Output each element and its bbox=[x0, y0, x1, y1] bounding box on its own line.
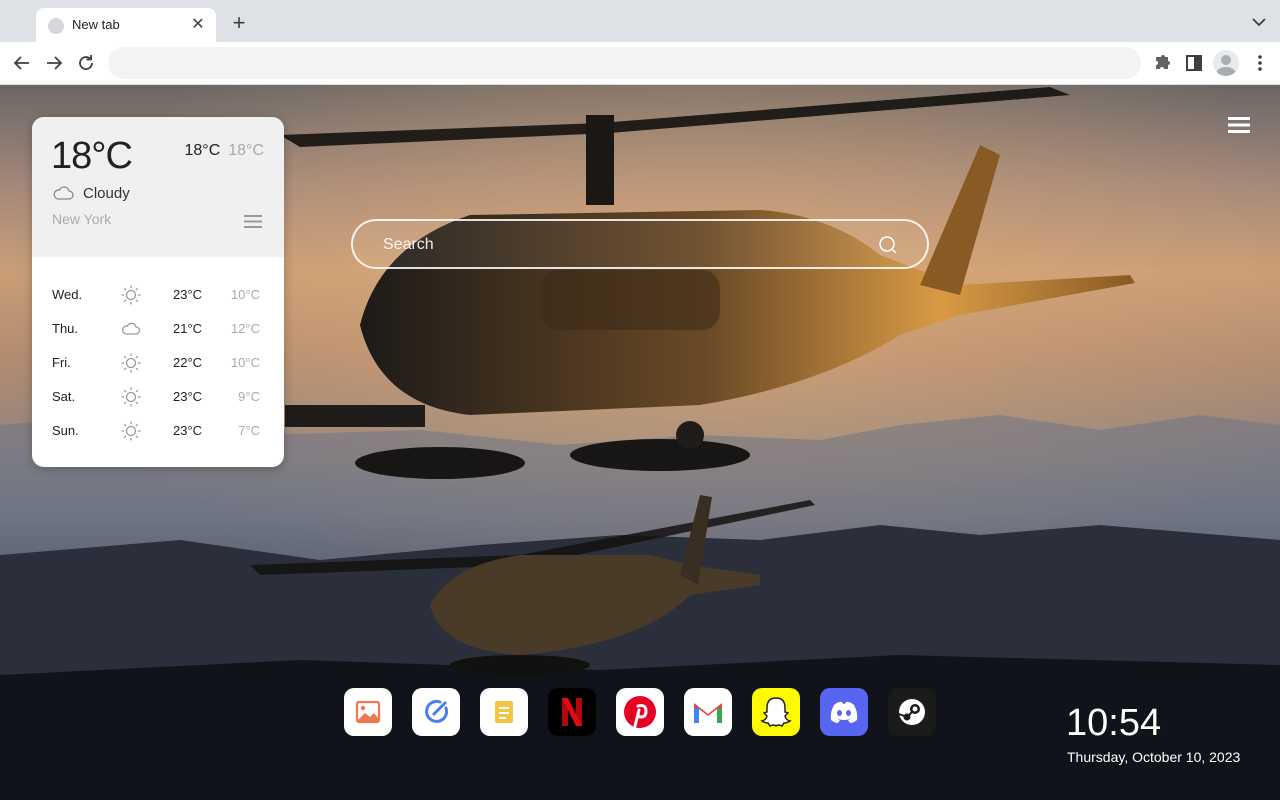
forecast-day: Wed. bbox=[52, 287, 83, 302]
sun-icon bbox=[121, 387, 141, 407]
forecast-high: 23°C bbox=[173, 423, 203, 438]
notes-icon bbox=[495, 701, 513, 723]
gmail-app[interactable] bbox=[684, 688, 732, 736]
netflix-app[interactable] bbox=[548, 688, 596, 736]
clock-time: 10:54 bbox=[1066, 702, 1162, 744]
snapchat-app[interactable] bbox=[752, 688, 800, 736]
app-dock bbox=[344, 688, 944, 736]
search-input[interactable] bbox=[383, 233, 863, 257]
netflix-icon bbox=[562, 698, 582, 726]
forecast-row: Fri. 22°C 10°C bbox=[32, 345, 284, 379]
clock-date: Thursday, October 10, 2023 bbox=[1067, 749, 1241, 765]
sun-icon bbox=[121, 285, 141, 305]
tasks-icon bbox=[425, 699, 449, 723]
forecast-low: 10°C bbox=[230, 355, 260, 370]
weather-widget[interactable]: 18°C 18°C 18°C Cloudy New York Wed. 23°C 10… bbox=[32, 117, 284, 467]
discord-app[interactable] bbox=[820, 688, 868, 736]
forecast-low: 7°C bbox=[238, 423, 260, 438]
forecast-day: Sun. bbox=[52, 423, 79, 438]
forecast-low: 9°C bbox=[238, 389, 260, 404]
sun-icon bbox=[121, 421, 141, 441]
steam-icon bbox=[898, 699, 925, 725]
high-low-temperature: 18°C 18°C bbox=[185, 142, 265, 160]
search-bar[interactable] bbox=[351, 219, 929, 269]
forecast-row: Thu. 21°C 12°C bbox=[32, 311, 284, 345]
person-icon bbox=[1216, 55, 1236, 76]
tab-favicon-icon bbox=[48, 18, 64, 34]
chevron-down-icon[interactable] bbox=[1250, 13, 1268, 31]
back-icon[interactable] bbox=[10, 51, 34, 75]
snapchat-icon bbox=[760, 697, 792, 728]
weather-city: New York bbox=[52, 211, 112, 227]
forecast-day: Fri. bbox=[52, 355, 71, 370]
reload-icon[interactable] bbox=[74, 51, 98, 75]
photos-icon bbox=[355, 700, 381, 724]
forward-icon[interactable] bbox=[42, 51, 66, 75]
pinterest-app[interactable] bbox=[616, 688, 664, 736]
weather-forecast-list: Wed. 23°C 10°C Thu. 21°C 12°C Fri. 22°C 10°C Sat.… bbox=[32, 277, 284, 447]
forecast-high: 21°C bbox=[173, 321, 203, 336]
forecast-row: Sun. 23°C 7°C bbox=[32, 413, 284, 447]
discord-icon bbox=[830, 701, 858, 723]
tab-close-button[interactable]: ✕ bbox=[188, 15, 208, 35]
gmail-icon bbox=[694, 702, 722, 723]
hamburger-menu-icon[interactable] bbox=[1228, 116, 1250, 134]
browser-toolbar bbox=[0, 42, 1280, 85]
forecast-high: 23°C bbox=[173, 389, 203, 404]
forecast-low: 12°C bbox=[230, 321, 260, 336]
address-bar[interactable] bbox=[108, 47, 1141, 79]
search-icon[interactable] bbox=[877, 234, 899, 256]
tasks-app[interactable] bbox=[412, 688, 460, 736]
sun-icon bbox=[121, 353, 141, 373]
forecast-day: Thu. bbox=[52, 321, 79, 336]
photos-app[interactable] bbox=[344, 688, 392, 736]
side-panel-icon[interactable] bbox=[1182, 51, 1206, 75]
weather-condition: Cloudy bbox=[83, 185, 130, 202]
weather-current: 18°C 18°C 18°C Cloudy New York bbox=[32, 117, 284, 257]
tab-title: New tab bbox=[72, 17, 120, 32]
profile-avatar[interactable] bbox=[1213, 50, 1239, 76]
current-temperature: 18°C bbox=[51, 135, 133, 177]
cloud-icon bbox=[53, 186, 74, 200]
forecast-row: Sat. 23°C 9°C bbox=[32, 379, 284, 413]
cloud-icon bbox=[122, 322, 141, 335]
low-temperature: 18°C bbox=[228, 142, 264, 159]
tab-new-tab[interactable]: New tab ✕ bbox=[36, 8, 216, 42]
menu-icon[interactable] bbox=[244, 214, 262, 229]
steam-app[interactable] bbox=[888, 688, 936, 736]
new-tab-page: 18°C 18°C 18°C Cloudy New York Wed. 23°C 10… bbox=[0, 85, 1280, 800]
forecast-high: 23°C bbox=[173, 287, 203, 302]
forecast-high: 22°C bbox=[173, 355, 203, 370]
extensions-icon[interactable] bbox=[1150, 51, 1174, 75]
forecast-low: 10°C bbox=[230, 287, 260, 302]
more-options-icon[interactable] bbox=[1248, 51, 1272, 75]
pinterest-icon bbox=[624, 696, 656, 728]
forecast-row: Wed. 23°C 10°C bbox=[32, 277, 284, 311]
forecast-day: Sat. bbox=[52, 389, 76, 404]
high-temperature: 18°C bbox=[184, 142, 221, 159]
notes-app[interactable] bbox=[480, 688, 528, 736]
tab-strip: New tab ✕ + bbox=[0, 0, 1280, 42]
new-tab-button[interactable]: + bbox=[226, 11, 252, 37]
